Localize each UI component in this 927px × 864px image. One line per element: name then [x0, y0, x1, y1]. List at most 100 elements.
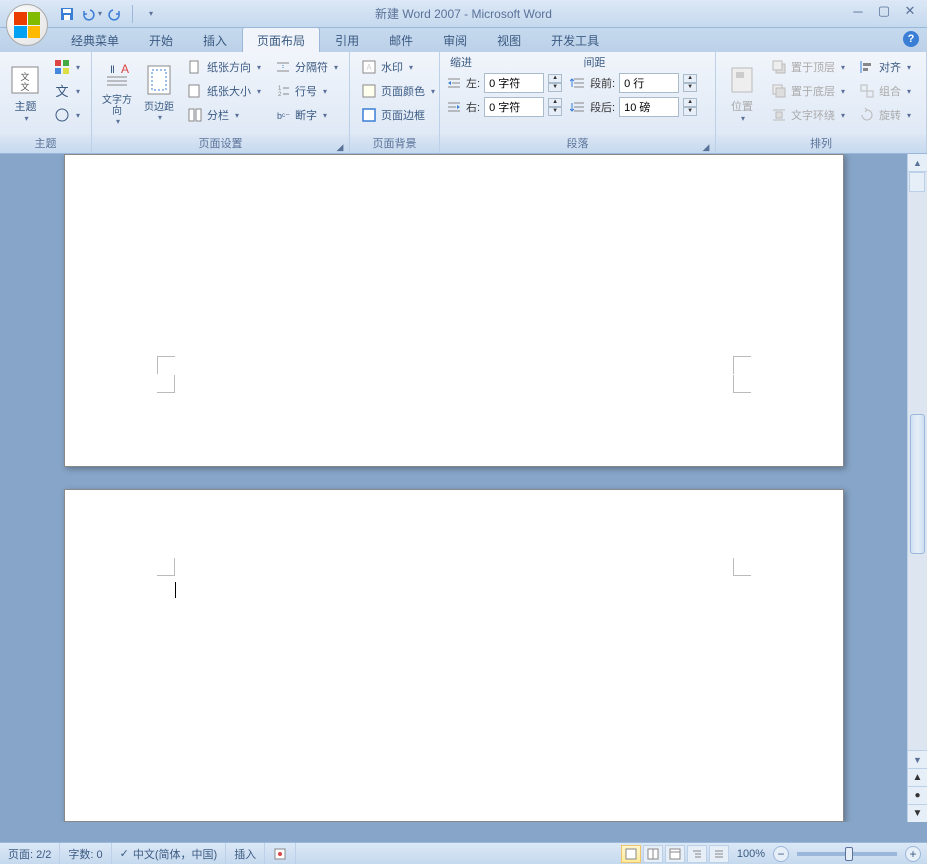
status-insert-mode[interactable]: 插入 [226, 843, 265, 864]
spin-up-icon[interactable]: ▲ [548, 98, 562, 107]
spacing-before-input[interactable] [619, 73, 679, 93]
document-viewport[interactable] [0, 154, 907, 822]
spinner[interactable]: ▲▼ [548, 74, 562, 92]
rotate-label: 旋转 [879, 107, 901, 123]
hyphenation-button[interactable]: bᶜ⁻断字▾ [270, 104, 343, 126]
theme-colors-button[interactable]: ▾ [49, 56, 85, 78]
spin-down-icon[interactable]: ▼ [548, 107, 562, 116]
dropdown-icon: ▾ [841, 63, 845, 72]
status-language[interactable]: ✓中文(简体，中国) [112, 843, 227, 864]
themes-button[interactable]: 文文 主题 ▾ [6, 56, 45, 130]
spacing-after-icon [570, 99, 586, 115]
redo-button[interactable] [104, 3, 126, 25]
status-page[interactable]: 页面: 2/2 [0, 843, 60, 864]
spin-down-icon[interactable]: ▼ [683, 83, 697, 92]
zoom-slider[interactable] [797, 852, 897, 856]
tab-references[interactable]: 引用 [320, 27, 374, 52]
theme-effects-button[interactable]: ▾ [49, 104, 85, 126]
page-1[interactable] [64, 154, 844, 467]
tab-classic-menu[interactable]: 经典菜单 [56, 27, 134, 52]
spinner[interactable]: ▲▼ [683, 98, 697, 116]
zoom-out-button[interactable]: − [773, 846, 789, 862]
breaks-button[interactable]: 分隔符▾ [270, 56, 343, 78]
next-page-button[interactable]: ▼ [908, 804, 927, 822]
page-borders-button[interactable]: 页面边框 [356, 104, 440, 126]
hyphenation-label: 断字 [295, 107, 317, 123]
columns-button[interactable]: 分栏▾ [182, 104, 266, 126]
text-wrap-label: 文字环绕 [791, 107, 835, 123]
minimize-button[interactable]: ─ [845, 2, 871, 20]
spin-up-icon[interactable]: ▲ [683, 74, 697, 83]
theme-fonts-button[interactable]: 文▾ [49, 80, 85, 102]
save-button[interactable] [56, 3, 78, 25]
page-2[interactable] [64, 489, 844, 822]
text-direction-button[interactable]: ⅡA 文字方向▾ [98, 56, 136, 130]
align-button[interactable]: 对齐▾ [854, 56, 916, 78]
indent-right-input[interactable] [484, 97, 544, 117]
tab-view[interactable]: 视图 [482, 27, 536, 52]
indent-right-label: 右: [466, 99, 480, 115]
page-color-button[interactable]: 页面颜色▾ [356, 80, 440, 102]
ribbon: 文文 主题 ▾ ▾ 文▾ ▾ 主题 ⅡA 文字方向▾ 页边距▾ 纸张方向▾ [0, 52, 927, 154]
zoom-in-button[interactable]: + [905, 846, 921, 862]
close-button[interactable]: ✕ [897, 2, 923, 20]
tab-developer[interactable]: 开发工具 [536, 27, 614, 52]
tab-insert[interactable]: 插入 [188, 27, 242, 52]
view-outline-button[interactable] [687, 845, 707, 863]
tab-mailings[interactable]: 邮件 [374, 27, 428, 52]
view-draft-button[interactable] [709, 845, 729, 863]
zoom-level[interactable]: 100% [737, 848, 765, 860]
indent-left-input[interactable] [484, 73, 544, 93]
margin-corner-icon [733, 356, 751, 374]
qat-customize-button[interactable]: ▾ [139, 3, 161, 25]
office-button[interactable] [6, 4, 48, 46]
spin-down-icon[interactable]: ▼ [683, 107, 697, 116]
vertical-scrollbar[interactable]: ▲ ▼ ▲ ● ▼ [907, 154, 927, 822]
view-print-layout-button[interactable] [621, 845, 641, 863]
help-button[interactable]: ? [903, 31, 919, 47]
breaks-label: 分隔符 [295, 59, 328, 75]
prev-page-button[interactable]: ▲ [908, 768, 927, 786]
scrollbar-thumb[interactable] [910, 414, 925, 554]
group-label-themes: 主题 [0, 135, 91, 153]
spacing-after-input[interactable] [619, 97, 679, 117]
dropdown-icon: ▾ [235, 111, 239, 120]
orientation-button[interactable]: 纸张方向▾ [182, 56, 266, 78]
page-borders-label: 页面边框 [381, 107, 425, 123]
page-size-button[interactable]: 纸张大小▾ [182, 80, 266, 102]
margins-icon [143, 64, 175, 96]
undo-button[interactable]: ▾ [80, 3, 102, 25]
zoom-slider-knob[interactable] [845, 847, 853, 861]
tab-home[interactable]: 开始 [134, 27, 188, 52]
dropdown-icon: ▾ [907, 63, 911, 72]
spin-up-icon[interactable]: ▲ [683, 98, 697, 107]
ruler-toggle[interactable] [909, 172, 925, 192]
view-web-layout-button[interactable] [665, 845, 685, 863]
tab-page-layout[interactable]: 页面布局 [242, 27, 320, 52]
scroll-down-icon[interactable]: ▼ [908, 750, 927, 768]
tab-review[interactable]: 审阅 [428, 27, 482, 52]
text-wrap-button: 文字环绕▾ [766, 104, 850, 126]
group-label-arrange: 排列 [716, 135, 926, 153]
spin-up-icon[interactable]: ▲ [548, 74, 562, 83]
spinner[interactable]: ▲▼ [683, 74, 697, 92]
margins-button[interactable]: 页边距▾ [140, 56, 178, 130]
maximize-button[interactable]: ▢ [871, 2, 897, 20]
svg-text:文: 文 [21, 81, 30, 92]
group-button: 组合▾ [854, 80, 916, 102]
watermark-button[interactable]: A水印▾ [356, 56, 440, 78]
line-numbers-button[interactable]: 12行号▾ [270, 80, 343, 102]
status-macro[interactable] [265, 843, 296, 864]
dialog-launcher-icon[interactable]: ◢ [334, 138, 346, 150]
view-full-screen-button[interactable] [643, 845, 663, 863]
bring-front-label: 置于顶层 [791, 59, 835, 75]
scroll-up-icon[interactable]: ▲ [908, 154, 927, 172]
dialog-launcher-icon[interactable]: ◢ [700, 138, 712, 150]
separator [132, 5, 133, 23]
select-browse-object-button[interactable]: ● [908, 786, 927, 804]
margin-corner-icon [733, 375, 751, 393]
spin-down-icon[interactable]: ▼ [548, 83, 562, 92]
spinner[interactable]: ▲▼ [548, 98, 562, 116]
status-word-count[interactable]: 字数: 0 [60, 843, 111, 864]
themes-label: 主题 [14, 98, 36, 114]
